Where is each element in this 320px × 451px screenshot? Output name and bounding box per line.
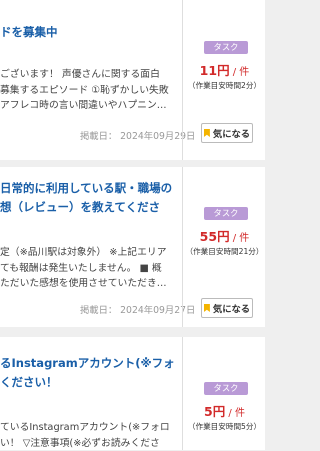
reward-price: 55円 / 件 <box>183 226 266 245</box>
estimated-time: （作業目安時間2分） <box>183 80 266 91</box>
task-reward-panel: タスク 11円 / 件 （作業目安時間2分） 気になる <box>182 0 266 160</box>
task-description: ございます！ 声優さんに関する面白 募集するエピソード ①恥ずかしい失敗 アフレ… <box>0 67 172 114</box>
task-title-line[interactable]: 想（レビュー）を教えてくださ <box>0 198 182 217</box>
task-card[interactable]: ドを募集中 ございます！ 声優さんに関する面白 募集するエピソード ①恥ずかしい… <box>0 0 265 160</box>
estimated-time: （作業目安時間21分） <box>183 246 266 257</box>
task-type-badge: タスク <box>204 41 248 54</box>
reward-unit: / 件 <box>230 233 250 244</box>
task-title[interactable]: るInstagramアカウント(※フォ ください！ <box>0 354 182 392</box>
task-reward-panel: タスク 5円 / 件 （作業目安時間5分） <box>182 337 266 450</box>
favorite-button[interactable]: 気になる <box>201 123 253 143</box>
favorite-button-label: 気になる <box>213 126 250 140</box>
favorite-button-label: 気になる <box>213 301 250 315</box>
reward-unit: / 件 <box>230 67 250 78</box>
task-description-line: ても報酬は発生いたしません。 ■ 概 <box>0 261 172 277</box>
bookmark-icon <box>204 129 210 137</box>
reward-price: 11円 / 件 <box>183 60 266 79</box>
task-title[interactable]: 日常的に利用している駅・職場の 想（レビュー）を教えてくださ <box>0 179 182 217</box>
task-description-line: い！ ▽注意事項(※必ずお読みくださ <box>0 436 172 451</box>
task-description-line: ただいた感想を使用させていただき… <box>0 276 172 292</box>
task-card-content: るInstagramアカウント(※フォ ください！ ているInstagramアカ… <box>0 337 182 450</box>
task-description-line: ございます！ 声優さんに関する面白 <box>0 67 172 83</box>
reward-price: 5円 / 件 <box>183 401 266 420</box>
task-description-line: 定（※品川駅は対象外） ※上記エリア <box>0 245 172 261</box>
task-card-content: ドを募集中 ございます！ 声優さんに関する面白 募集するエピソード ①恥ずかしい… <box>0 0 182 160</box>
task-type-badge: タスク <box>204 382 248 395</box>
reward-amount: 5円 <box>204 404 225 419</box>
favorite-button[interactable]: 気になる <box>201 298 253 318</box>
task-title-line[interactable]: ください！ <box>0 373 182 392</box>
reward-amount: 11円 <box>200 63 230 78</box>
task-description-line: アフレコ時の言い間違いやハプニング… <box>0 98 172 114</box>
task-title-line[interactable]: 日常的に利用している駅・職場の <box>0 179 182 198</box>
task-description-line: ているInstagramアカウント(※フォロ <box>0 420 172 436</box>
estimated-time: （作業目安時間5分） <box>183 421 266 432</box>
task-title[interactable]: ドを募集中 <box>0 23 182 42</box>
task-title-line[interactable]: るInstagramアカウント(※フォ <box>0 354 182 373</box>
task-description: ているInstagramアカウント(※フォロ い！ ▽注意事項(※必ずお読みくだ… <box>0 420 172 451</box>
task-reward-panel: タスク 55円 / 件 （作業目安時間21分） 気になる <box>182 167 266 327</box>
task-description: 定（※品川駅は対象外） ※上記エリア ても報酬は発生いたしません。 ■ 概 ただ… <box>0 245 172 292</box>
task-card[interactable]: るInstagramアカウント(※フォ ください！ ているInstagramアカ… <box>0 337 265 450</box>
posted-date: 掲載日： 2024年09月27日 <box>80 302 190 316</box>
reward-amount: 55円 <box>200 229 230 244</box>
task-type-badge: タスク <box>204 207 248 220</box>
task-title-line[interactable]: ドを募集中 <box>0 23 182 42</box>
task-card-content: 日常的に利用している駅・職場の 想（レビュー）を教えてくださ 定（※品川駅は対象… <box>0 167 182 327</box>
task-card[interactable]: 日常的に利用している駅・職場の 想（レビュー）を教えてくださ 定（※品川駅は対象… <box>0 167 265 327</box>
bookmark-icon <box>204 304 210 312</box>
posted-date: 掲載日： 2024年09月29日 <box>80 128 190 142</box>
reward-unit: / 件 <box>225 408 245 419</box>
task-description-line: 募集するエピソード ①恥ずかしい失敗 <box>0 83 172 99</box>
